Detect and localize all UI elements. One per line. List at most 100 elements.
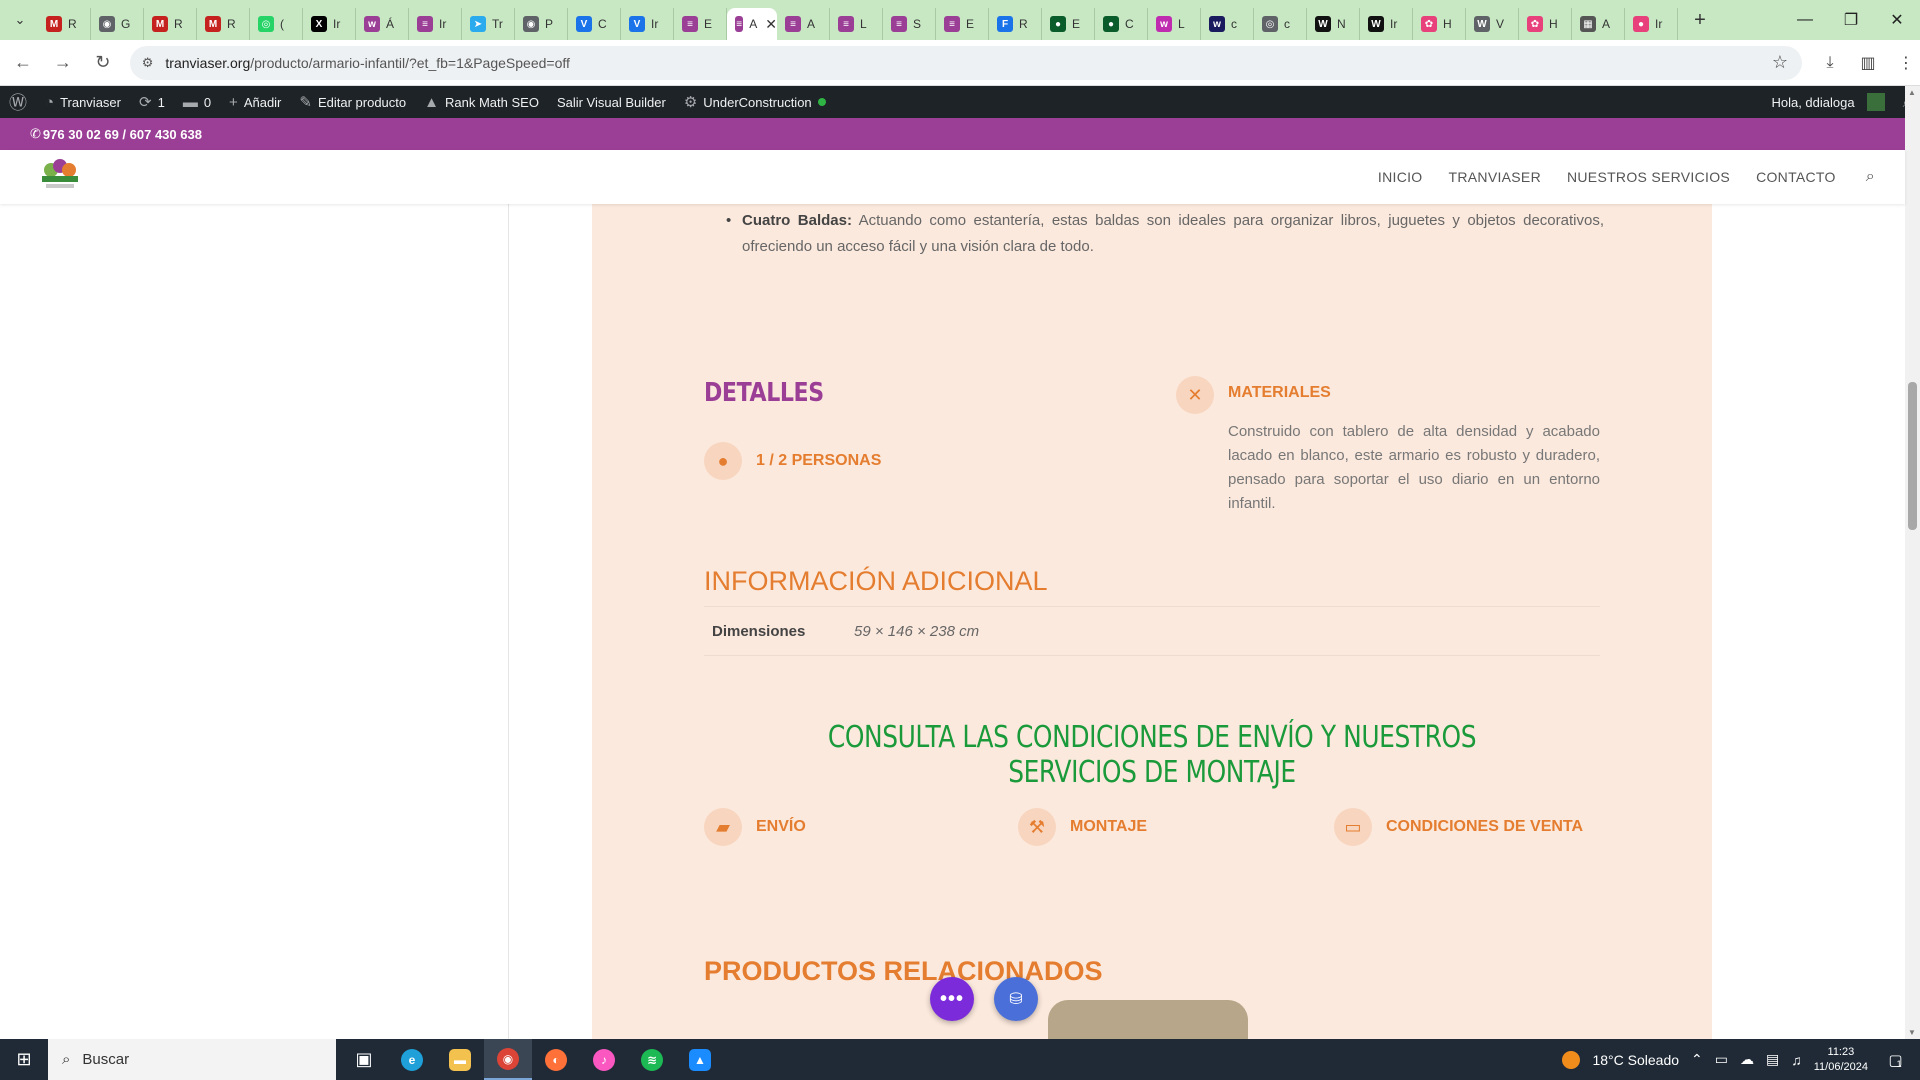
tab-favicon-icon: ● bbox=[1103, 16, 1119, 32]
browser-tab[interactable]: ≡ A bbox=[777, 8, 830, 40]
browser-tab[interactable]: MR bbox=[197, 8, 250, 40]
search-icon[interactable]: ⌕ bbox=[1866, 168, 1875, 186]
extension-icon[interactable]: ▥ bbox=[1854, 49, 1882, 77]
tab-close-icon[interactable]: ✕ bbox=[765, 16, 777, 33]
browser-toolbar: ← → ↻ ⚙ tranviaser.org/producto/armario-… bbox=[0, 40, 1920, 86]
tab-title: L bbox=[1178, 17, 1185, 31]
spotify-icon[interactable]: ≋ bbox=[628, 1039, 676, 1080]
browser-tab[interactable]: wÁ bbox=[356, 8, 409, 40]
browser-tab[interactable]: ✿ H bbox=[1413, 8, 1466, 40]
download-icon[interactable]: ⤓ bbox=[1816, 49, 1844, 77]
browser-tab[interactable]: X Ir bbox=[303, 8, 356, 40]
builder-menu-button[interactable]: ••• bbox=[930, 977, 974, 1021]
service-shipping[interactable]: ▰ ENVÍO bbox=[704, 808, 806, 846]
chrome-icon[interactable]: ◉ bbox=[484, 1039, 532, 1080]
service-mounting[interactable]: ⚒ MONTAJE bbox=[1018, 808, 1147, 846]
browser-tab[interactable]: ≡ E bbox=[936, 8, 989, 40]
service-conditions[interactable]: ▭ CONDICIONES DE VENTA bbox=[1334, 808, 1583, 846]
browser-tab[interactable]: FR bbox=[989, 8, 1042, 40]
wordpress-logo-icon[interactable]: Ⓦ bbox=[0, 86, 36, 118]
tab-favicon-icon: ≡ bbox=[682, 16, 698, 32]
close-window-icon[interactable]: ✕ bbox=[1874, 0, 1920, 40]
file-explorer-icon[interactable]: ▬ bbox=[436, 1039, 484, 1080]
builder-settings-button[interactable]: ⛁ bbox=[994, 977, 1038, 1021]
browser-tab[interactable]: wc bbox=[1201, 8, 1254, 40]
weather-text[interactable]: 18°C Soleado bbox=[1592, 1052, 1679, 1068]
tray-chevron-icon[interactable]: ⌃ bbox=[1691, 1051, 1703, 1068]
forward-icon[interactable]: → bbox=[46, 46, 80, 80]
minimize-icon[interactable]: — bbox=[1782, 0, 1828, 40]
admin-rank-math[interactable]: ▲ Rank Math SEO bbox=[415, 86, 548, 118]
browser-tab[interactable]: ● E bbox=[1042, 8, 1095, 40]
tab-title: C bbox=[1125, 17, 1134, 31]
url-path: /producto/armario-infantil/?et_fb=1&Page… bbox=[250, 54, 570, 71]
browser-tab[interactable]: ◎( bbox=[250, 8, 303, 40]
related-product-thumbnail[interactable] bbox=[1048, 1000, 1248, 1039]
admin-add-new[interactable]: + Añadir bbox=[220, 86, 290, 118]
menu-kebab-icon[interactable]: ⋮ bbox=[1892, 49, 1920, 77]
browser-tab[interactable]: ≡ A ✕ bbox=[727, 8, 777, 40]
firefox-icon[interactable]: ◐ bbox=[532, 1039, 580, 1080]
onedrive-icon[interactable]: ☁ bbox=[1740, 1051, 1754, 1068]
nav-servicios[interactable]: NUESTROS SERVICIOS bbox=[1567, 169, 1730, 185]
app-icon[interactable]: ▲ bbox=[676, 1039, 724, 1080]
browser-tab[interactable]: ≡ L bbox=[830, 8, 883, 40]
notification-icon[interactable]: ▢ 1 bbox=[1880, 1045, 1910, 1075]
admin-account[interactable]: Hola, ddialoga bbox=[1762, 86, 1893, 118]
tab-search-chevron-icon[interactable]: ⌄ bbox=[6, 6, 34, 34]
scrollbar-thumb[interactable] bbox=[1908, 382, 1917, 530]
browser-tab[interactable]: WV bbox=[1466, 8, 1519, 40]
admin-site-name[interactable]: ◔ Tranviaser bbox=[36, 86, 130, 118]
browser-tab[interactable]: ● Ir bbox=[1625, 8, 1678, 40]
browser-tab[interactable]: MR bbox=[144, 8, 197, 40]
browser-tab[interactable]: ≡ Ir bbox=[409, 8, 462, 40]
admin-comments[interactable]: ▬ 0 bbox=[174, 86, 220, 118]
address-bar[interactable]: ⚙ tranviaser.org/producto/armario-infant… bbox=[129, 45, 1802, 80]
admin-exit-builder[interactable]: Salir Visual Builder bbox=[548, 86, 675, 118]
browser-tab[interactable]: ● C bbox=[1095, 8, 1148, 40]
browser-tab[interactable]: ◉ P bbox=[515, 8, 568, 40]
browser-tab[interactable]: ≡ E bbox=[674, 8, 727, 40]
admin-edit-product[interactable]: ✎ Editar producto bbox=[290, 86, 415, 118]
wrench-icon: ⚒ bbox=[1018, 808, 1056, 846]
restore-icon[interactable]: ❐ bbox=[1828, 0, 1874, 40]
tab-title: P bbox=[545, 17, 554, 31]
site-logo[interactable] bbox=[40, 157, 80, 197]
bookmark-star-icon[interactable]: ☆ bbox=[1772, 52, 1788, 73]
task-view-icon[interactable]: ▣ bbox=[340, 1039, 388, 1080]
nav-tranviaser[interactable]: TRANVIASER bbox=[1449, 169, 1541, 185]
back-icon[interactable]: ← bbox=[6, 46, 40, 80]
volume-icon[interactable]: ♫ bbox=[1791, 1052, 1802, 1068]
admin-updates[interactable]: ⟳ 1 bbox=[130, 86, 174, 118]
browser-tab[interactable]: ◉ G bbox=[91, 8, 144, 40]
browser-tab[interactable]: WN bbox=[1307, 8, 1360, 40]
scroll-up-icon[interactable]: ▲ bbox=[1908, 88, 1916, 97]
windows-start-icon[interactable]: ⊞ bbox=[0, 1039, 48, 1080]
scroll-down-icon[interactable]: ▼ bbox=[1908, 1028, 1916, 1037]
new-tab-button[interactable]: + bbox=[1686, 6, 1714, 34]
clock[interactable]: 11:23 11/06/2024 bbox=[1814, 1045, 1868, 1075]
phone-number[interactable]: 976 30 02 69 / 607 430 638 bbox=[43, 127, 202, 142]
materials-title: MATERIALES bbox=[1228, 384, 1331, 401]
browser-tab[interactable]: V Ir bbox=[621, 8, 674, 40]
page-scrollbar[interactable]: ▲ ▼ bbox=[1905, 86, 1920, 1039]
site-info-icon[interactable]: ⚙ bbox=[142, 55, 154, 71]
edge-icon[interactable]: e bbox=[388, 1039, 436, 1080]
browser-tab[interactable]: ✿ H bbox=[1519, 8, 1572, 40]
browser-tab[interactable]: wL bbox=[1148, 8, 1201, 40]
nav-inicio[interactable]: INICIO bbox=[1378, 169, 1423, 185]
nav-contacto[interactable]: CONTACTO bbox=[1756, 169, 1836, 185]
taskbar-search[interactable]: ⌕ Buscar bbox=[48, 1039, 336, 1080]
itunes-icon[interactable]: ♪ bbox=[580, 1039, 628, 1080]
browser-tab[interactable]: ◎ c bbox=[1254, 8, 1307, 40]
meet-icon[interactable]: ▭ bbox=[1715, 1051, 1728, 1068]
browser-tab[interactable]: MR bbox=[38, 8, 91, 40]
admin-under-construction[interactable]: ⚙ UnderConstruction bbox=[675, 86, 835, 118]
browser-tab[interactable]: VC bbox=[568, 8, 621, 40]
browser-tab[interactable]: W Ir bbox=[1360, 8, 1413, 40]
browser-tab[interactable]: ➤ Tr bbox=[462, 8, 515, 40]
browser-tab[interactable]: ≡ S bbox=[883, 8, 936, 40]
browser-tab[interactable]: ▦ A bbox=[1572, 8, 1625, 40]
network-icon[interactable]: ▤ bbox=[1766, 1051, 1779, 1068]
reload-icon[interactable]: ↻ bbox=[86, 46, 120, 80]
